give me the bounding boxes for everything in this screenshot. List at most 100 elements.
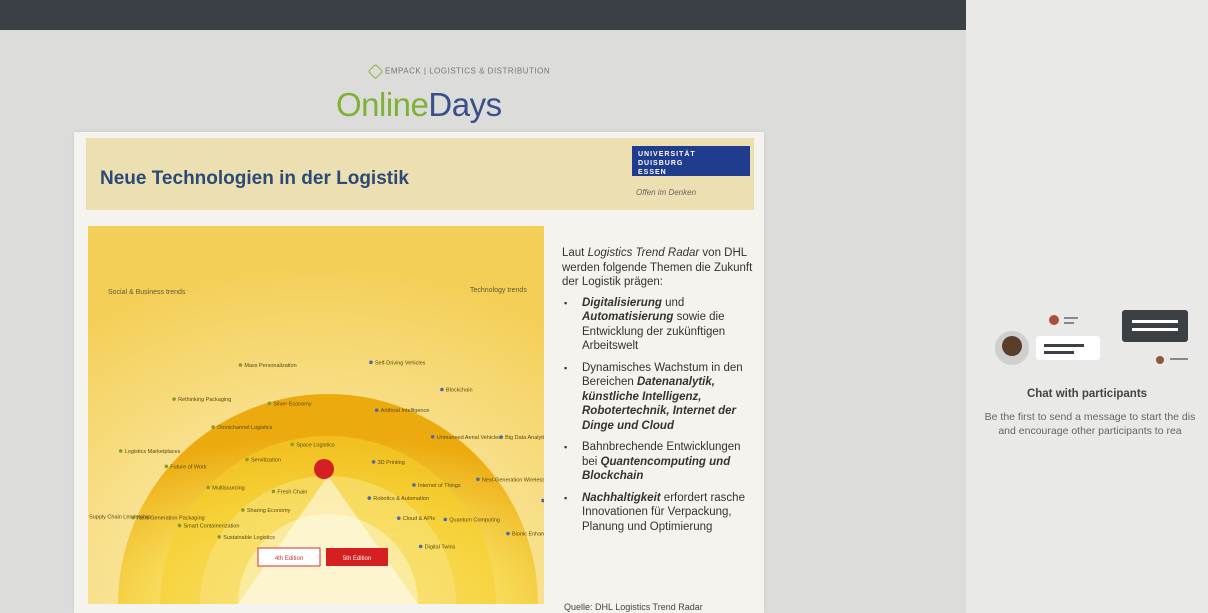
bubble-line-icon — [1064, 317, 1078, 319]
chat-bubble-icon — [1036, 336, 1100, 360]
radar-item-marker — [267, 401, 272, 406]
chat-bubble-dark-icon — [1122, 310, 1188, 342]
bullet-item: Nachhaltigkeit erfordert rasche Innovati… — [564, 491, 758, 535]
bullet-item: Dynamisches Wachstum in den Bereichen Da… — [564, 361, 758, 434]
radar-item-label: Fresh Chain — [277, 489, 307, 495]
bubble-line-icon — [1044, 344, 1084, 347]
slide-intro: Laut Logistics Trend Radar von DHL werde… — [562, 246, 758, 290]
presentation-slide: Neue Technologien in der Logistik UNIVER… — [74, 132, 764, 613]
edition-prev-label: 4th Edition — [275, 556, 303, 562]
radar-item-label: Omnichannel Logistics — [217, 425, 273, 431]
brand-text: EMPACK | LOGISTICS & DISTRIBUTION — [385, 66, 551, 76]
slide-text-column: Laut Logistics Trend Radar von DHL werde… — [562, 246, 758, 541]
bullet-bold: Digitalisierung — [582, 296, 662, 309]
radar-item-label: Sustainable Logistics — [223, 535, 275, 541]
radar-item-label: Self-Driving Vehicles — [375, 360, 426, 366]
trend-radar-graphic: Social & Business trends Technology tren… — [88, 226, 544, 604]
radar-item-label: Logistics Marketplaces — [125, 449, 181, 455]
radar-item-label: Sharing Economy — [247, 508, 291, 514]
radar-item-marker — [172, 397, 176, 401]
slide-title: Neue Technologien in der Logistik — [100, 168, 409, 189]
radar-item-marker — [374, 408, 379, 412]
bullet-text: und — [661, 296, 685, 309]
radar-item-marker — [369, 360, 373, 365]
radar-item-label: Smart Containerization — [183, 523, 239, 529]
radar-item-marker — [430, 434, 435, 439]
radar-item-marker — [164, 464, 169, 469]
radar-right-label: Technology trends — [470, 287, 527, 294]
chat-subtitle-line1: Be the first to send a message to start … — [984, 411, 1196, 423]
radar-item-marker — [412, 483, 416, 487]
radar-item-label: Mass Personalization — [244, 363, 296, 369]
radar-item-marker — [443, 517, 448, 522]
small-avatar-icon — [1049, 315, 1059, 325]
event-title-online: Online — [336, 86, 429, 123]
radar-item-marker — [271, 489, 276, 494]
radar-item-marker — [396, 516, 401, 521]
radar-item-label: Next-Generation Packaging — [137, 516, 205, 522]
bullet-item: Bahnbrechende Entwicklungen bei Quantenc… — [564, 440, 758, 484]
radar-item-label: Internet of Things — [418, 483, 461, 489]
empack-logo-icon — [367, 63, 384, 80]
university-line1: UNIVERSITÄT — [638, 151, 696, 158]
bullet-bold: Quantencomputing und Blockchain — [582, 455, 731, 483]
radar-item-marker — [499, 435, 503, 439]
intro-source: Logistics Trend Radar — [587, 247, 700, 259]
radar-item-marker — [476, 477, 480, 482]
intro-prefix: Laut — [562, 247, 588, 259]
radar-item-marker — [211, 425, 215, 429]
small-avatar-icon — [1156, 356, 1164, 364]
radar-center-dot — [314, 459, 334, 479]
trend-radar: Social & Business trends Technology tren… — [88, 226, 544, 604]
radar-item-label: Blockchain — [446, 387, 473, 393]
radar-item-label: Space Logistics — [296, 442, 335, 448]
chat-title: Chat with participants — [1026, 388, 1148, 400]
bullet-bold: Automatisierung — [582, 311, 674, 323]
radar-item-label: Rethinking Packaging — [178, 397, 231, 403]
radar-item-label: 3D Printing — [378, 460, 405, 466]
bullet-bold: Nachhaltigkeit — [582, 491, 661, 504]
bubble-line-icon — [1170, 358, 1188, 360]
radar-item-label: Unmanned Aerial Vehicles — [437, 435, 501, 441]
radar-item-marker — [371, 460, 376, 464]
university-tagline: Offen im Denken — [636, 188, 697, 197]
event-title-days: Days — [428, 86, 502, 123]
radar-item-label: Silver Economy — [273, 401, 311, 407]
radar-item-label: Cloud & APIs — [403, 516, 436, 522]
top-bar — [0, 0, 966, 30]
university-line3: ESSEN — [638, 169, 667, 176]
radar-item-marker — [131, 515, 135, 520]
radar-left-label: Social & Business trends — [108, 289, 186, 296]
bubble-line-icon — [1044, 351, 1074, 354]
radar-item-marker — [217, 535, 221, 539]
bubble-line-icon — [1064, 322, 1074, 324]
university-logo: UNIVERSITÄT DUISBURG ESSEN — [632, 146, 750, 176]
radar-item-label: Artificial Intelligence — [381, 408, 430, 414]
bullet-item: Digitalisierung und Automatisierung sowi… — [564, 296, 758, 354]
radar-item-label: Quantum Computing — [449, 517, 500, 523]
radar-item-label: Digital Twins — [425, 544, 456, 550]
event-title: OnlineDays — [336, 86, 502, 124]
radar-item-marker — [506, 531, 510, 536]
radar-item-label: Bionic Enhancement — [512, 532, 544, 538]
radar-item-marker — [177, 523, 182, 528]
radar-item-marker — [418, 544, 423, 549]
radar-item-marker — [238, 363, 243, 367]
event-brand-line: EMPACK | LOGISTICS & DISTRIBUTION — [367, 63, 551, 80]
chat-subtitle-line2: and encourage other participants to rea — [998, 425, 1182, 437]
radar-item-marker — [206, 485, 211, 490]
slide-source: Quelle: DHL Logistics Trend Radar — [564, 602, 703, 612]
edition-current-label: 5th Edition — [343, 556, 371, 562]
radar-item-marker — [118, 449, 123, 453]
university-line2: DUISBURG — [638, 160, 684, 167]
radar-item-label: Next-Generation Wireless — [482, 477, 544, 483]
radar-item-label: Robotics & Automation — [373, 496, 429, 502]
chat-illustration — [995, 310, 1188, 365]
chat-subtitle: Be the first to send a message to start … — [972, 410, 1208, 438]
bubble-line-icon — [1132, 320, 1178, 323]
radar-item-label: Future of Work — [170, 464, 207, 470]
radar-item-marker — [241, 508, 245, 512]
radar-item-label: Servitization — [251, 458, 281, 464]
radar-item-marker — [245, 457, 249, 462]
radar-item-label: Big Data Analytics — [505, 435, 544, 441]
